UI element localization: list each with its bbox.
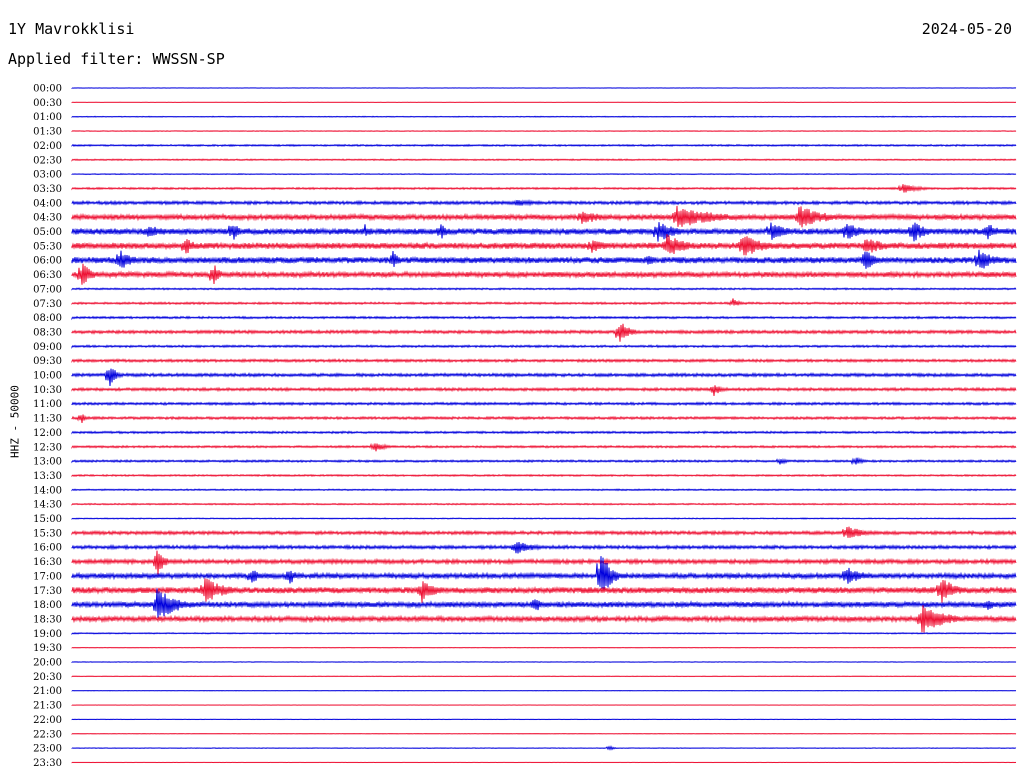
trace-line	[71, 385, 1017, 397]
row-label: 20:00	[33, 658, 62, 669]
trace-line	[71, 430, 1017, 435]
trace-line	[71, 234, 1017, 256]
row-label: 05:30	[33, 241, 62, 252]
trace-line	[71, 675, 1017, 678]
trace-line	[71, 368, 1017, 387]
trace-line	[71, 344, 1017, 349]
trace-line	[71, 158, 1017, 162]
row-label: 06:00	[33, 256, 62, 267]
row-label: 00:00	[33, 84, 62, 95]
trace-line	[71, 115, 1017, 118]
row-label: 17:30	[33, 586, 62, 597]
row-label: 10:30	[33, 385, 62, 396]
row-label: 23:30	[33, 758, 62, 769]
row-label: 03:00	[33, 170, 62, 181]
row-label: 18:30	[33, 614, 62, 625]
row-label: 12:30	[33, 442, 62, 453]
trace-line	[71, 315, 1017, 321]
row-label: 15:00	[33, 514, 62, 525]
row-label: 14:30	[33, 500, 62, 511]
trace-line	[71, 550, 1017, 575]
row-label: 14:00	[33, 485, 62, 496]
trace-line	[71, 143, 1017, 148]
trace-line	[71, 249, 1017, 269]
row-label: 10:00	[33, 371, 62, 382]
trace-line	[71, 457, 1017, 466]
row-label: 21:30	[33, 701, 62, 712]
trace-line	[71, 323, 1017, 342]
trace-line	[71, 502, 1017, 506]
row-label: 19:30	[33, 643, 62, 654]
row-label: 11:00	[33, 399, 62, 410]
row-label: 00:30	[33, 98, 62, 109]
row-label: 08:30	[33, 327, 62, 338]
row-label: 01:30	[33, 127, 62, 138]
row-label: 18:00	[33, 600, 62, 611]
row-label: 02:00	[33, 141, 62, 152]
trace-line	[71, 661, 1017, 663]
trace-line	[71, 745, 1017, 751]
row-label: 17:00	[33, 571, 62, 582]
row-label: 16:30	[33, 557, 62, 568]
trace-line	[71, 526, 1017, 538]
row-label: 05:00	[33, 227, 62, 238]
row-label: 22:00	[33, 715, 62, 726]
trace-line	[71, 263, 1017, 285]
row-label: 07:30	[33, 299, 62, 310]
row-label: 02:30	[33, 155, 62, 166]
trace-line	[71, 173, 1017, 176]
trace-line	[71, 473, 1017, 478]
row-label: 01:00	[33, 112, 62, 123]
trace-line	[71, 358, 1017, 364]
helicorder-plot: 00:00 00:30 01:00 01:30 02:00 02:30 03:00 03:30…	[33, 84, 1017, 769]
trace-line	[71, 732, 1017, 735]
trace-line	[71, 414, 1017, 423]
trace-line	[71, 184, 1017, 193]
row-label: 19:00	[33, 629, 62, 640]
trace-line	[71, 442, 1017, 452]
row-label: 22:30	[33, 729, 62, 740]
row-label: 16:00	[33, 543, 62, 554]
row-label: 04:30	[33, 213, 62, 224]
trace-line	[71, 578, 1017, 603]
row-label: 21:00	[33, 686, 62, 697]
trace-line	[71, 287, 1017, 291]
row-label: 20:30	[33, 672, 62, 683]
trace-line	[71, 205, 1017, 228]
row-label: 04:00	[33, 198, 62, 209]
trace-line	[71, 130, 1017, 133]
trace-line	[71, 401, 1017, 407]
trace-line	[71, 517, 1017, 520]
row-label: 12:00	[33, 428, 62, 439]
row-label: 15:30	[33, 528, 62, 539]
trace-line	[71, 646, 1017, 649]
trace-line	[71, 605, 1017, 633]
row-label: 13:00	[33, 457, 62, 468]
trace-line	[71, 298, 1017, 306]
row-label: 06:30	[33, 270, 62, 281]
row-label: 09:30	[33, 356, 62, 367]
trace-line	[71, 199, 1017, 207]
row-label: 09:00	[33, 342, 62, 353]
row-label: 03:30	[33, 184, 62, 195]
row-label: 23:00	[33, 744, 62, 755]
trace-line	[71, 222, 1017, 242]
row-label: 08:00	[33, 313, 62, 324]
row-label: 07:00	[33, 284, 62, 295]
trace-line	[71, 542, 1017, 554]
row-label: 13:30	[33, 471, 62, 482]
row-label: 11:30	[33, 414, 62, 425]
trace-line	[71, 488, 1017, 492]
trace-line	[71, 631, 1017, 636]
